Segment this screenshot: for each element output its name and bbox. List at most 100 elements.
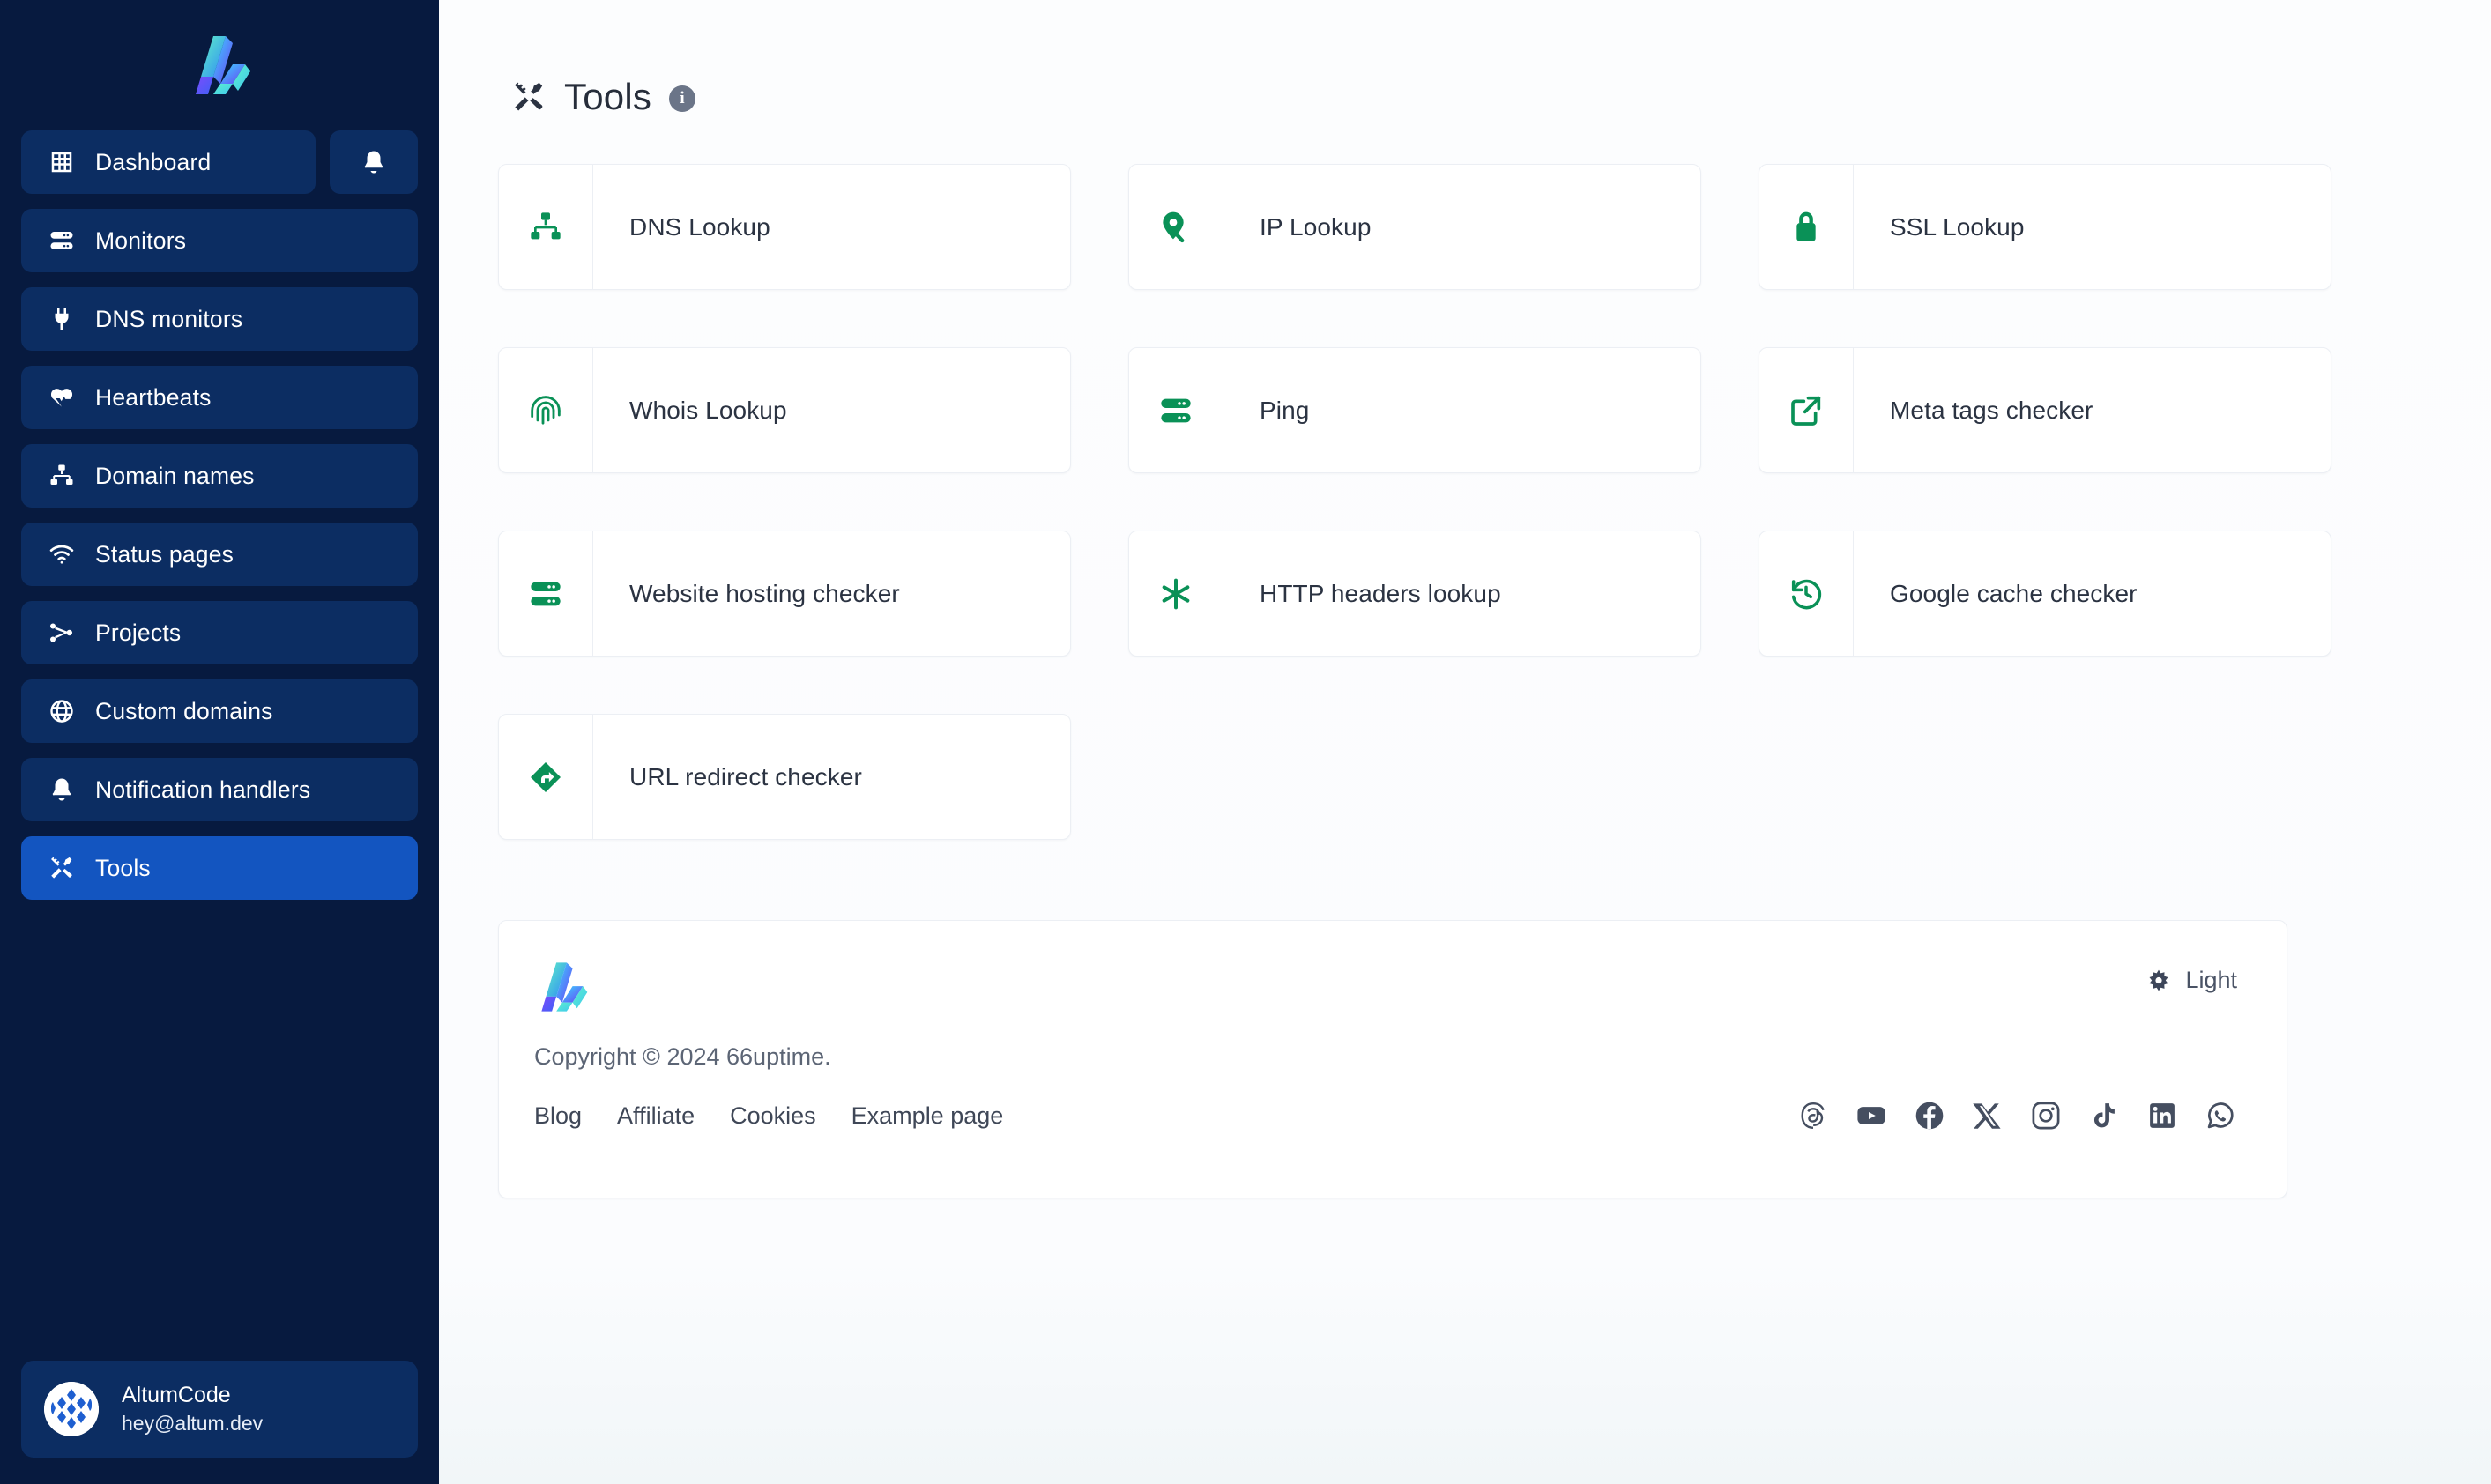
tool-card-whois-lookup[interactable]: Whois Lookup <box>498 347 1071 473</box>
project-nodes-icon <box>48 619 76 647</box>
sidebar-row-monitors: Monitors <box>21 209 418 272</box>
theme-toggle-button[interactable]: Light <box>2146 960 2237 994</box>
server-icon <box>1129 348 1223 472</box>
tiktok-icon[interactable] <box>2087 1099 2121 1132</box>
page-header: Tools i <box>478 0 2400 118</box>
fingerprint-icon <box>499 348 593 472</box>
sidebar-item-label: Tools <box>95 854 151 881</box>
sidebar-row-projects: Projects <box>21 601 418 664</box>
sidebar-item-projects[interactable]: Projects <box>21 601 418 664</box>
tool-label: Google cache checker <box>1890 579 2138 607</box>
sidebar-item-notification-handlers[interactable]: Notification handlers <box>21 758 418 821</box>
map-pin-search-icon <box>1129 165 1223 289</box>
footer-link-example-page[interactable]: Example page <box>851 1102 1004 1130</box>
sidebar-item-domain-names[interactable]: Domain names <box>21 444 418 508</box>
footer-bottom-row: Blog Affiliate Cookies Example page <box>534 1099 2237 1132</box>
linkedin-icon[interactable] <box>2145 1099 2179 1132</box>
user-profile-card[interactable]: AltumCode hey@altum.dev <box>21 1361 418 1458</box>
sidebar-row-status-pages: Status pages <box>21 523 418 586</box>
sidebar-item-custom-domains[interactable]: Custom domains <box>21 679 418 743</box>
sidebar-item-label: Monitors <box>95 226 187 254</box>
tool-card-ssl-lookup[interactable]: SSL Lookup <box>1759 164 2331 290</box>
sidebar-row-tools: Tools <box>21 836 418 900</box>
tool-card-google-cache-checker[interactable]: Google cache checker <box>1759 531 2331 657</box>
brand-logo[interactable] <box>21 0 418 130</box>
social-links <box>1796 1099 2237 1132</box>
tool-label: Website hosting checker <box>629 579 900 607</box>
server-icon <box>48 226 76 255</box>
sidebar-item-dashboard[interactable]: Dashboard <box>21 130 316 194</box>
footer-link-cookies[interactable]: Cookies <box>730 1102 816 1130</box>
tool-label: SSL Lookup <box>1890 212 2025 241</box>
sidebar: Dashboard Monitors DNS monitors Heartbea… <box>0 0 439 1484</box>
app-root: Dashboard Monitors DNS monitors Heartbea… <box>0 0 2491 1484</box>
page-title: Tools <box>564 76 652 117</box>
tool-card-http-headers-lookup[interactable]: HTTP headers lookup <box>1128 531 1701 657</box>
sidebar-item-label: Projects <box>95 619 182 646</box>
sidebar-item-heartbeats[interactable]: Heartbeats <box>21 366 418 429</box>
wrench-screwdriver-icon <box>48 854 76 882</box>
lock-icon <box>1759 165 1854 289</box>
tool-label: URL redirect checker <box>629 762 862 790</box>
tool-card-meta-tags-checker[interactable]: Meta tags checker <box>1759 347 2331 473</box>
sidebar-item-dns-monitors[interactable]: DNS monitors <box>21 287 418 351</box>
heart-pulse-icon <box>48 383 76 412</box>
theme-label: Light <box>2185 967 2237 993</box>
sidebar-item-label: Notification handlers <box>95 775 311 803</box>
altum-logo-icon <box>541 962 588 1012</box>
globe-icon <box>48 697 76 725</box>
tool-card-url-redirect-checker[interactable]: URL redirect checker <box>498 714 1071 840</box>
user-email: hey@altum.dev <box>122 1412 264 1435</box>
sidebar-item-label: DNS monitors <box>95 305 243 332</box>
bell-icon <box>48 775 76 804</box>
sitemap-icon <box>499 165 593 289</box>
instagram-icon[interactable] <box>2029 1099 2063 1132</box>
tool-label: Meta tags checker <box>1890 396 2093 424</box>
sidebar-item-label: Heartbeats <box>95 383 212 411</box>
tool-card-dns-lookup[interactable]: DNS Lookup <box>498 164 1071 290</box>
avatar <box>44 1382 99 1436</box>
main-content: Tools i DNS Lookup IP Lookup SSL Lookup … <box>439 0 2491 1484</box>
footer: Light Copyright © 2024 66uptime. Blog Af… <box>498 920 2287 1198</box>
sidebar-item-label: Custom domains <box>95 697 273 724</box>
wrench-screwdriver-icon <box>511 79 547 115</box>
facebook-icon[interactable] <box>1913 1099 1946 1132</box>
x-icon[interactable] <box>1971 1099 2004 1132</box>
sidebar-item-label: Dashboard <box>95 148 212 175</box>
footer-link-affiliate[interactable]: Affiliate <box>617 1102 695 1130</box>
sidebar-item-label: Domain names <box>95 462 255 489</box>
tool-card-ping[interactable]: Ping <box>1128 347 1701 473</box>
footer-top-row: Light <box>534 960 2237 1019</box>
tools-grid: DNS Lookup IP Lookup SSL Lookup Whois Lo… <box>498 164 2331 840</box>
user-avatar <box>44 1382 99 1436</box>
sidebar-row-heartbeats: Heartbeats <box>21 366 418 429</box>
tool-card-ip-lookup[interactable]: IP Lookup <box>1128 164 1701 290</box>
whatsapp-icon[interactable] <box>2204 1099 2237 1132</box>
external-link-icon <box>1759 348 1854 472</box>
footer-link-blog[interactable]: Blog <box>534 1102 582 1130</box>
tool-card-website-hosting-checker[interactable]: Website hosting checker <box>498 531 1071 657</box>
sidebar-row-dns-monitors: DNS monitors <box>21 287 418 351</box>
tool-label: IP Lookup <box>1260 212 1372 241</box>
threads-icon[interactable] <box>1796 1099 1830 1132</box>
tool-label: HTTP headers lookup <box>1260 579 1501 607</box>
grid-icon <box>48 148 76 176</box>
redirect-diamond-icon <box>499 715 593 839</box>
info-icon[interactable]: i <box>669 85 696 112</box>
bell-icon <box>361 149 387 175</box>
youtube-icon[interactable] <box>1855 1099 1888 1132</box>
sidebar-item-status-pages[interactable]: Status pages <box>21 523 418 586</box>
sidebar-row-domain-names: Domain names <box>21 444 418 508</box>
asterisk-icon <box>1129 531 1223 656</box>
notifications-button[interactable] <box>330 130 418 194</box>
tool-label: Whois Lookup <box>629 396 787 424</box>
sidebar-item-label: Status pages <box>95 540 234 568</box>
user-texts: AltumCode hey@altum.dev <box>122 1383 263 1436</box>
footer-links: Blog Affiliate Cookies Example page <box>534 1102 1003 1130</box>
altum-logo-icon <box>196 36 250 94</box>
sidebar-item-monitors[interactable]: Monitors <box>21 209 418 272</box>
sidebar-row-dashboard: Dashboard <box>21 130 418 194</box>
footer-logo[interactable] <box>534 960 589 1019</box>
sidebar-item-tools[interactable]: Tools <box>21 836 418 900</box>
sidebar-nav: Dashboard Monitors DNS monitors Heartbea… <box>21 130 418 900</box>
